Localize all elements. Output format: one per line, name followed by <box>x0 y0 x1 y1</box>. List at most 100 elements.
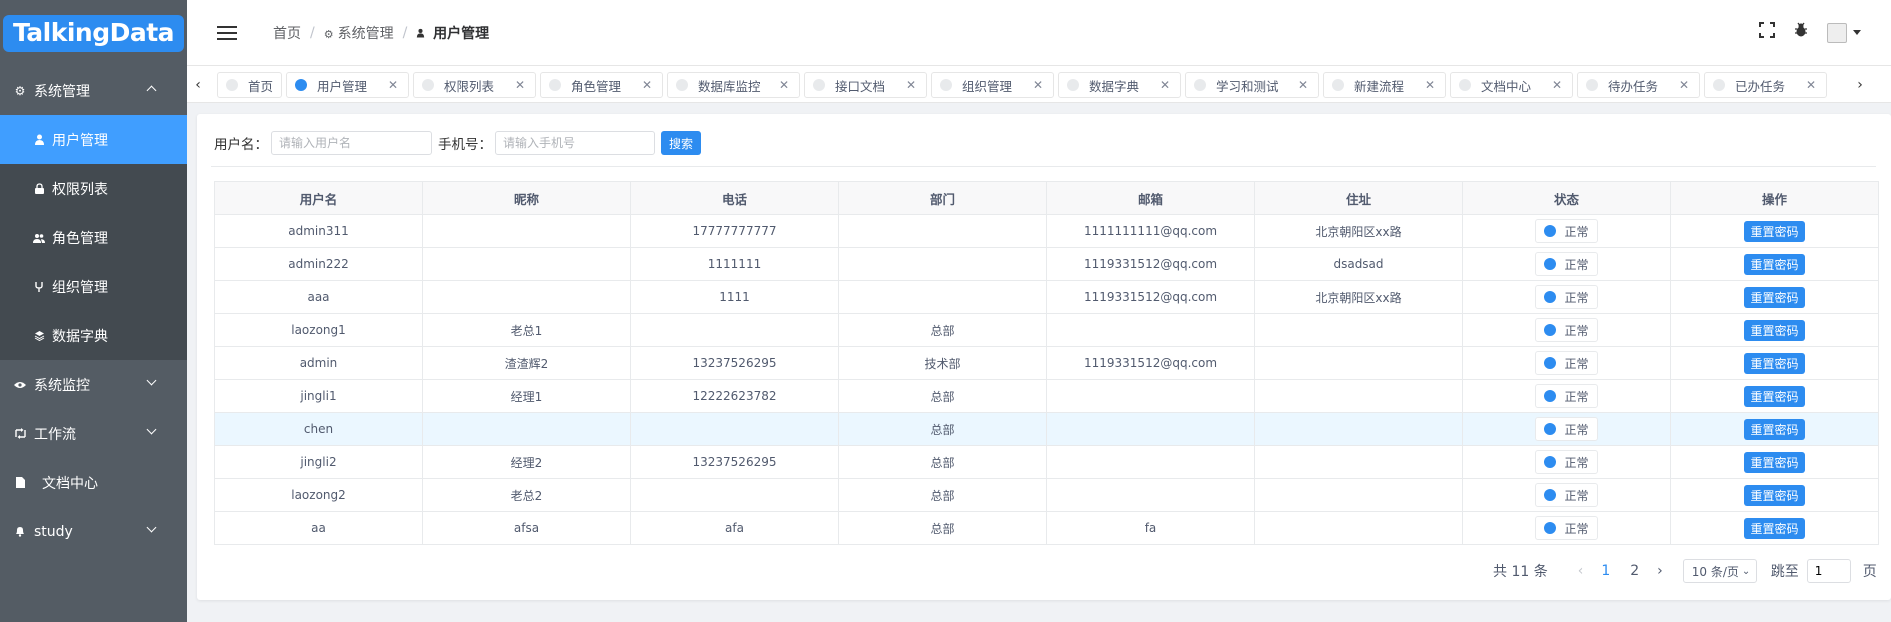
caret-down-icon[interactable] <box>1853 30 1861 35</box>
phone-search-input[interactable] <box>495 131 655 155</box>
close-icon[interactable]: ✕ <box>1160 78 1170 92</box>
close-icon[interactable]: ✕ <box>1806 78 1816 92</box>
table-row: laozong2 老总2 总部 正常 重置密码 <box>214 478 1879 512</box>
table-cell: 13237526295 <box>630 346 839 380</box>
status-badge[interactable]: 正常 <box>1535 450 1598 474</box>
reset-password-button[interactable]: 重置密码 <box>1744 352 1805 374</box>
search-button[interactable]: 搜索 <box>661 131 701 155</box>
status-cell: 正常 <box>1462 247 1671 281</box>
tab-label: 待办任务 <box>1608 78 1659 94</box>
sidebar-item-permission-list[interactable]: 权限列表 <box>0 164 187 213</box>
reset-password-button[interactable]: 重置密码 <box>1744 385 1805 407</box>
reset-password-button[interactable]: 重置密码 <box>1744 220 1805 242</box>
menu-group-workflow[interactable]: 工作流 <box>0 409 187 458</box>
page-size-select[interactable]: 10 条/页 ⌄ <box>1682 559 1757 583</box>
close-icon[interactable]: ✕ <box>1679 78 1689 92</box>
tab-data-dictionary[interactable]: 数据字典 ✕ <box>1058 72 1181 98</box>
status-cell: 正常 <box>1462 280 1671 314</box>
reset-password-button[interactable]: 重置密码 <box>1744 253 1805 275</box>
tab-label: 角色管理 <box>571 78 622 94</box>
menu-group-document-center[interactable]: 文档中心 <box>0 458 187 507</box>
status-label: 正常 <box>1564 521 1589 536</box>
avatar[interactable] <box>1827 22 1847 43</box>
breadcrumb-system-management[interactable]: ⚙ 系统管理 <box>324 23 394 43</box>
status-label: 正常 <box>1564 422 1589 437</box>
tab-learning-and-testing[interactable]: 学习和测试 ✕ <box>1185 72 1319 98</box>
close-icon[interactable]: ✕ <box>1298 78 1308 92</box>
reset-password-button[interactable]: 重置密码 <box>1744 418 1805 440</box>
status-badge[interactable]: 正常 <box>1535 318 1598 342</box>
gear-icon: ⚙ <box>323 27 334 41</box>
sidebar-item-user-management[interactable]: 用户管理 <box>0 115 187 164</box>
close-icon[interactable]: ✕ <box>1033 78 1043 92</box>
status-label: 正常 <box>1564 257 1589 272</box>
tab-database-monitor[interactable]: 数据库监控 ✕ <box>667 72 800 98</box>
status-badge[interactable]: 正常 <box>1535 219 1598 243</box>
status-badge[interactable]: 正常 <box>1535 516 1598 540</box>
jump-page-input[interactable] <box>1806 559 1851 583</box>
eye-icon <box>12 381 28 389</box>
tab-new-process[interactable]: 新建流程 ✕ <box>1323 72 1446 98</box>
table-cell: 老总1 <box>422 313 631 347</box>
close-icon[interactable]: ✕ <box>388 78 398 92</box>
close-icon[interactable]: ✕ <box>779 78 789 92</box>
status-badge[interactable]: 正常 <box>1535 483 1598 507</box>
tab-api-docs[interactable]: 接口文档 ✕ <box>804 72 927 98</box>
reset-password-button[interactable]: 重置密码 <box>1744 319 1805 341</box>
tab-dot-icon <box>1332 79 1344 91</box>
reset-password-button[interactable]: 重置密码 <box>1744 451 1805 473</box>
close-icon[interactable]: ✕ <box>906 78 916 92</box>
close-icon[interactable]: ✕ <box>1425 78 1435 92</box>
username-search-input[interactable] <box>271 131 432 155</box>
breadcrumb-home[interactable]: 首页 <box>273 23 301 43</box>
close-icon[interactable]: ✕ <box>642 78 652 92</box>
sidebar-item-data-dictionary[interactable]: 数据字典 <box>0 311 187 360</box>
menu-group-system-monitor[interactable]: 系统监控 <box>0 360 187 409</box>
pagination: 共 11 条 ‹ 1 2 › 10 条/页⌄ 跳至 页 <box>1493 559 1877 583</box>
tabs-scroll-left-icon[interactable]: ‹ <box>187 66 209 102</box>
status-badge[interactable]: 正常 <box>1535 384 1598 408</box>
reset-password-button[interactable]: 重置密码 <box>1744 286 1805 308</box>
status-badge[interactable]: 正常 <box>1535 252 1598 276</box>
table-cell <box>630 478 839 512</box>
menu-group-study[interactable]: study <box>0 507 187 556</box>
sidebar-item-organization-management[interactable]: 组织管理 <box>0 262 187 311</box>
tab-document-center[interactable]: 文档中心 ✕ <box>1450 72 1573 98</box>
bug-icon[interactable] <box>1793 22 1809 43</box>
menu-toggle-icon[interactable] <box>217 25 237 40</box>
fullscreen-icon[interactable] <box>1759 22 1775 43</box>
workflow-icon <box>12 428 28 439</box>
tab-label: 接口文档 <box>835 78 886 94</box>
breadcrumb-user-management: 用户管理 <box>416 23 489 43</box>
tab-user-management[interactable]: 用户管理 ✕ <box>286 72 409 98</box>
menu-group-system-management[interactable]: ⚙ 系统管理 <box>0 66 187 115</box>
status-dot-icon <box>1544 456 1557 468</box>
status-badge[interactable]: 正常 <box>1535 285 1598 309</box>
table-cell: 总部 <box>838 511 1047 545</box>
table-cell: 经理2 <box>422 445 631 479</box>
reset-password-button[interactable]: 重置密码 <box>1744 517 1805 539</box>
breadcrumb-separator: / <box>402 24 408 41</box>
next-page-icon[interactable]: › <box>1657 563 1663 579</box>
table-cell: 总部 <box>838 313 1047 347</box>
tab-organization-management[interactable]: 组织管理 ✕ <box>931 72 1054 98</box>
page-number-2[interactable]: 2 <box>1630 563 1639 579</box>
page-number-1[interactable]: 1 <box>1601 563 1610 579</box>
tab-pending-tasks[interactable]: 待办任务 ✕ <box>1577 72 1700 98</box>
tab-home[interactable]: 首页 <box>217 72 282 98</box>
tab-permission-list[interactable]: 权限列表 ✕ <box>413 72 536 98</box>
tab-completed-tasks[interactable]: 已办任务 ✕ <box>1704 72 1827 98</box>
status-badge[interactable]: 正常 <box>1535 417 1598 441</box>
close-icon[interactable]: ✕ <box>515 78 525 92</box>
action-cell: 重置密码 <box>1670 511 1879 545</box>
tab-role-management[interactable]: 角色管理 ✕ <box>540 72 663 98</box>
sidebar-item-role-management[interactable]: 角色管理 <box>0 213 187 262</box>
reset-password-button[interactable]: 重置密码 <box>1744 484 1805 506</box>
status-badge[interactable]: 正常 <box>1535 351 1598 375</box>
action-cell: 重置密码 <box>1670 313 1879 347</box>
close-icon[interactable]: ✕ <box>1552 78 1562 92</box>
main-content-card: 用户名： 手机号： 搜索 用户名 昵称 电话 部门 邮箱 住址 状态 操作 ad… <box>197 114 1891 600</box>
prev-page-icon[interactable]: ‹ <box>1578 563 1584 579</box>
tabs-scroll-right-icon[interactable]: › <box>1849 66 1871 102</box>
sidebar: TalkingData ⚙ 系统管理 用户管理 权限列表 角色管理 组织管理 数… <box>0 0 187 622</box>
